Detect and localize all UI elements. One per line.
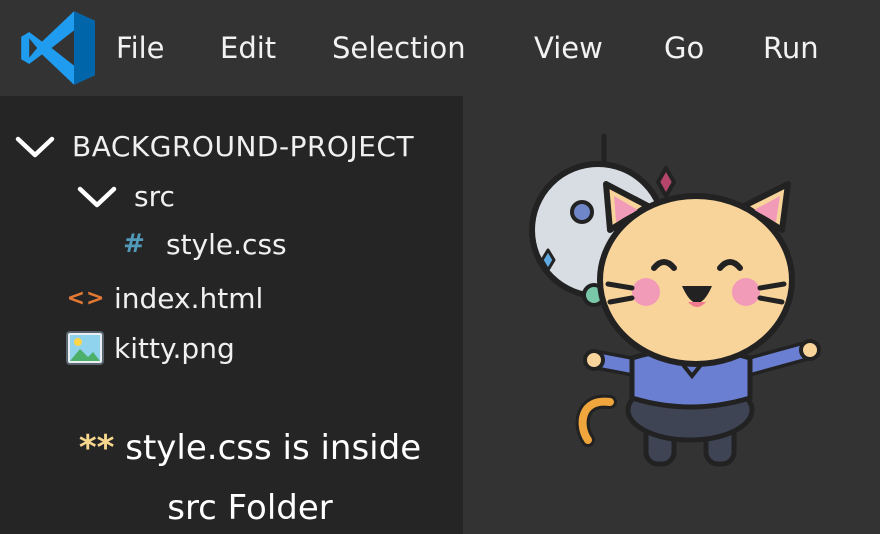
html-file-icon: <>: [66, 285, 106, 311]
note-text-2: src Folder: [167, 488, 333, 528]
tree-item-src-folder[interactable]: src: [76, 176, 175, 216]
menu-view[interactable]: View: [534, 30, 603, 66]
file-label: index.html: [114, 281, 264, 315]
kitty-illustration: [529, 133, 821, 467]
note-stars: **: [78, 428, 115, 468]
vscode-logo-icon: [21, 11, 95, 85]
file-label: style.css: [166, 227, 287, 261]
chevron-down-icon: [77, 186, 117, 208]
tree-item-project[interactable]: BACKGROUND-PROJECT: [14, 126, 414, 166]
explorer-panel: BACKGROUND-PROJECT src # style.css <> in…: [0, 96, 463, 534]
menu-selection[interactable]: Selection: [332, 30, 466, 66]
menu-bar: File Edit Selection View Go Run: [0, 0, 880, 96]
tree-item-kitty-png[interactable]: kitty.png: [66, 328, 235, 368]
note-line-1: ** style.css is inside: [40, 418, 460, 478]
note-text-1: style.css is inside: [125, 428, 422, 468]
tree-item-index-html[interactable]: <> index.html: [64, 278, 264, 318]
css-file-icon: #: [123, 229, 145, 259]
menu-file[interactable]: File: [116, 30, 165, 66]
tree-item-style-css[interactable]: # style.css: [112, 224, 287, 264]
image-file-icon: [66, 331, 104, 365]
menu-run[interactable]: Run: [763, 30, 819, 66]
menu-go[interactable]: Go: [664, 30, 704, 66]
file-label: kitty.png: [114, 331, 235, 365]
folder-label: src: [134, 179, 175, 213]
menu-edit[interactable]: Edit: [220, 30, 276, 66]
chevron-down-icon: [15, 136, 55, 158]
project-name: BACKGROUND-PROJECT: [72, 129, 415, 163]
folder-note: ** style.css is inside src Folder: [40, 418, 460, 534]
